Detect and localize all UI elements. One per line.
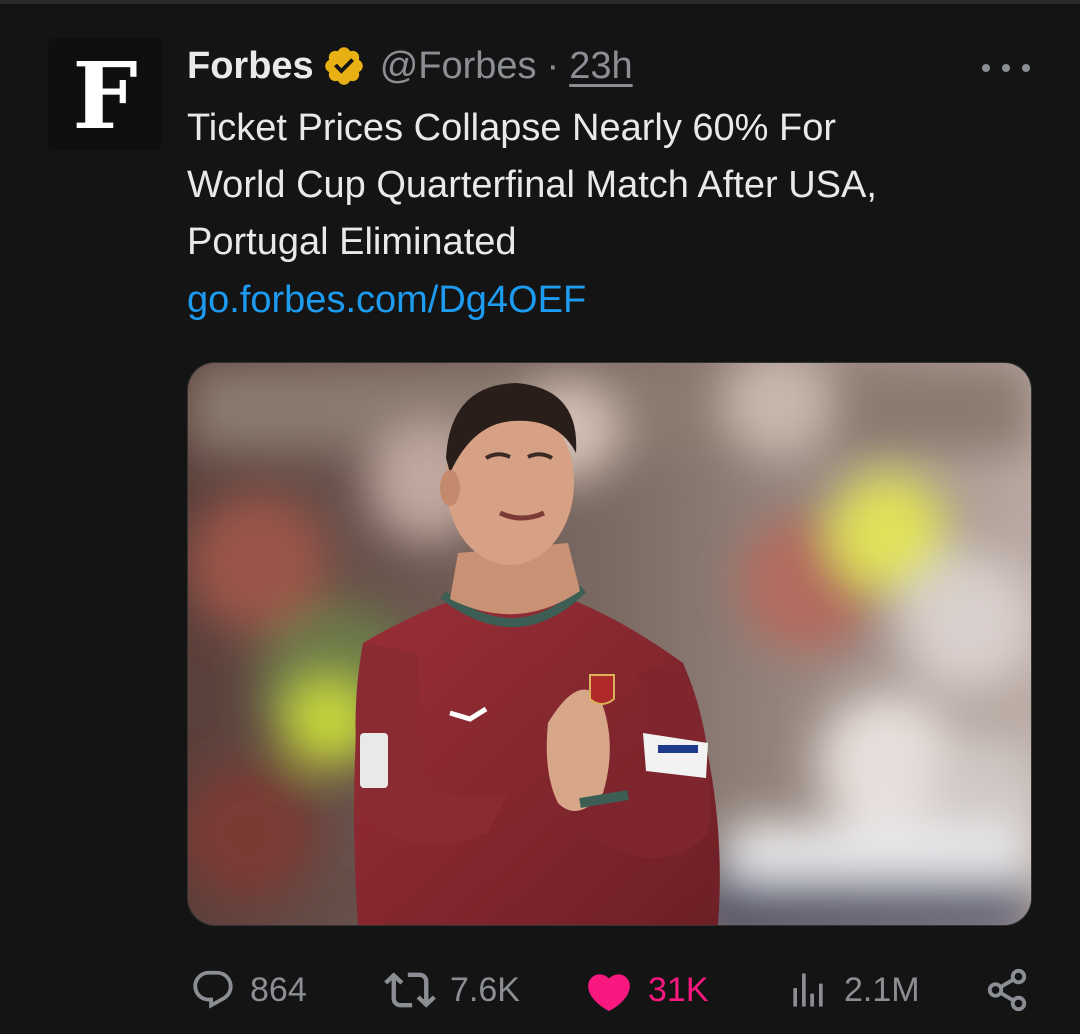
reply-button[interactable]: 864 (190, 960, 307, 1020)
reply-icon (193, 970, 233, 1009)
share-button[interactable] (984, 960, 1030, 1020)
views-count: 2.1M (844, 970, 920, 1009)
tweet-media-image[interactable] (187, 362, 1032, 926)
repost-count: 7.6K (450, 970, 520, 1009)
more-icon[interactable] (982, 58, 1030, 78)
tweet-text-line: World Cup Quarterfinal Match After USA, (187, 164, 877, 206)
handle[interactable]: @Forbes (380, 45, 537, 88)
avatar[interactable]: F (48, 38, 162, 150)
repost-icon (384, 972, 436, 1008)
tweet[interactable]: F Forbes @Forbes · 23h Ticket Prices Col… (0, 0, 1080, 1034)
tweet-text-line: Portugal Eliminated (187, 221, 517, 263)
tweet-text: Ticket Prices Collapse Nearly 60% For Wo… (187, 100, 1037, 271)
views-button[interactable]: 2.1M (786, 960, 920, 1020)
reply-count: 864 (250, 970, 307, 1009)
like-count: 31K (648, 970, 709, 1009)
display-name[interactable]: Forbes (187, 45, 314, 88)
timestamp[interactable]: 23h (569, 45, 632, 88)
like-button[interactable]: 31K (584, 960, 709, 1020)
avatar-letter: F (72, 42, 138, 150)
repost-button[interactable]: 7.6K (384, 960, 520, 1020)
tweet-header: Forbes @Forbes · 23h (187, 40, 633, 92)
photo-of-soccer-player-in-red-jersey-icon (188, 363, 1031, 925)
tweet-actions: 864 7.6K 31K 2.1M (0, 960, 1080, 1020)
separator: · (546, 44, 560, 87)
tweet-link[interactable]: go.forbes.com/Dg4OEF (187, 272, 586, 329)
verified-badge-icon[interactable] (322, 44, 366, 88)
share-icon (987, 968, 1027, 1012)
heart-icon (588, 974, 630, 1012)
tweet-text-line: Ticket Prices Collapse Nearly 60% For (187, 107, 837, 149)
views-icon (793, 973, 823, 1007)
